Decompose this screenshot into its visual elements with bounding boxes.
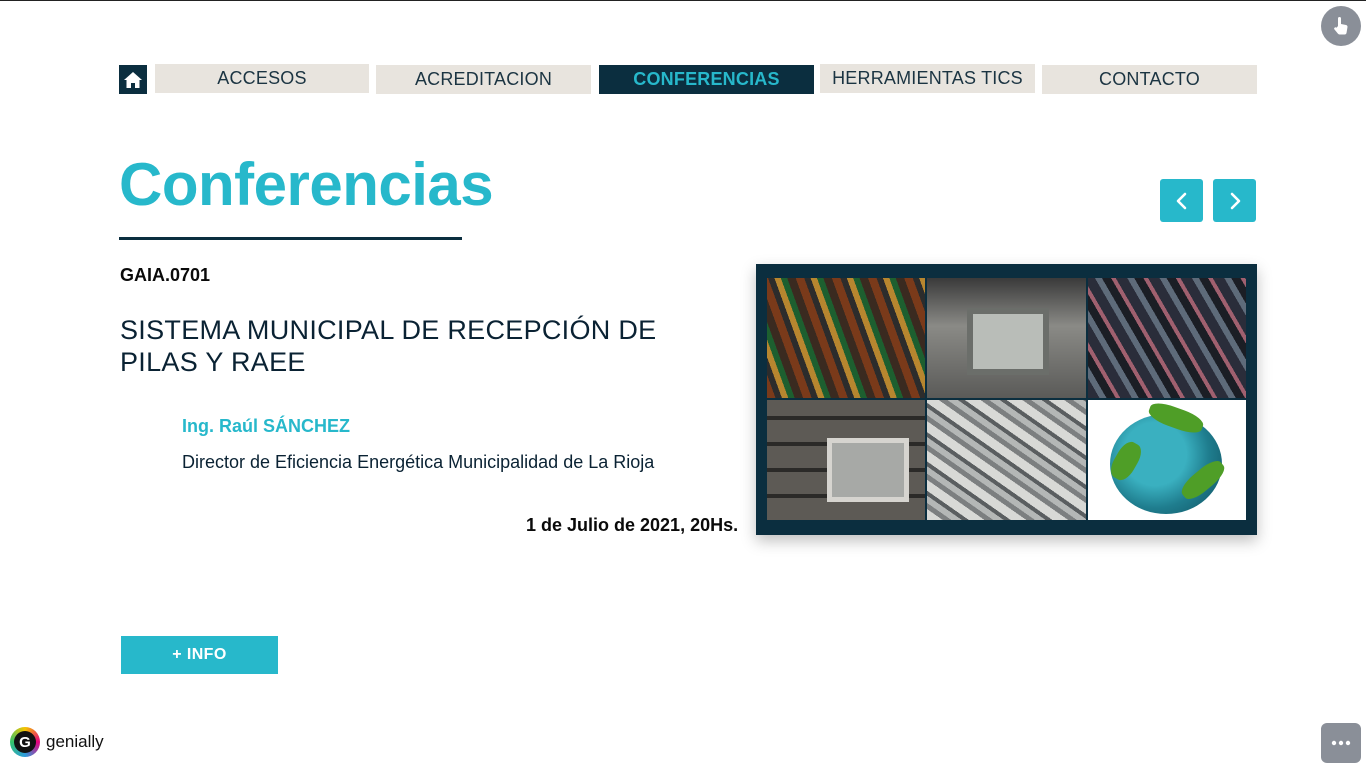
- nav-acreditacion[interactable]: ACREDITACION: [376, 65, 591, 94]
- speaker-role: Director de Eficiencia Energética Munici…: [182, 452, 655, 472]
- accessibility-button[interactable]: [1321, 6, 1361, 46]
- more-options-button[interactable]: [1321, 723, 1361, 763]
- chevron-right-icon: [1230, 192, 1240, 209]
- nav-label: CONFERENCIAS: [633, 69, 780, 89]
- conference-code: GAIA.0701: [120, 265, 211, 285]
- nav-conferencias[interactable]: CONFERENCIAS: [599, 65, 814, 94]
- chevron-left-icon: [1176, 192, 1186, 209]
- nav-label: CONTACTO: [1099, 69, 1200, 89]
- old-tvs-photo: [767, 400, 925, 520]
- next-button[interactable]: [1213, 179, 1256, 222]
- nav-label: ACREDITACION: [414, 69, 553, 89]
- genially-brand[interactable]: G genially: [10, 727, 104, 757]
- conference-title: SISTEMA MUNICIPAL DE RECEPCIÓN DE PILAS …: [120, 315, 657, 377]
- old-monitors-photo: [927, 278, 1086, 398]
- old-phones-photo: [1088, 278, 1246, 398]
- nav-accesos[interactable]: ACCESOS: [155, 64, 369, 93]
- page-title: Conferencias: [119, 151, 494, 218]
- logo-letter: G: [14, 731, 36, 753]
- batteries-photo: [767, 278, 925, 398]
- brand-name: genially: [46, 732, 104, 751]
- nav-contacto[interactable]: CONTACTO: [1042, 65, 1257, 94]
- recycling-globe-photo: [1088, 400, 1246, 520]
- ellipsis-icon: [1331, 740, 1351, 746]
- conference-date: 1 de Julio de 2021, 20Hs.: [526, 515, 739, 535]
- top-border: [0, 0, 1366, 1]
- nav-label: ACCESOS: [217, 68, 307, 88]
- home-button[interactable]: [119, 65, 147, 94]
- prev-button[interactable]: [1160, 179, 1203, 222]
- info-button[interactable]: + INFO: [121, 636, 278, 674]
- hand-pointer-icon: [1334, 17, 1348, 35]
- nav-herramientas-tics[interactable]: HERRAMIENTAS TICS: [820, 64, 1035, 93]
- speaker-name: Ing. Raúl SÁNCHEZ: [182, 416, 351, 436]
- genially-logo-icon: G: [10, 727, 40, 757]
- cfl-bulbs-photo: [927, 400, 1086, 520]
- photo-grid: [767, 278, 1246, 520]
- nav-label: HERRAMIENTAS TICS: [832, 68, 1023, 88]
- ewaste-photo-collage: [756, 264, 1257, 535]
- title-underline: [119, 237, 462, 240]
- home-icon: [124, 71, 142, 88]
